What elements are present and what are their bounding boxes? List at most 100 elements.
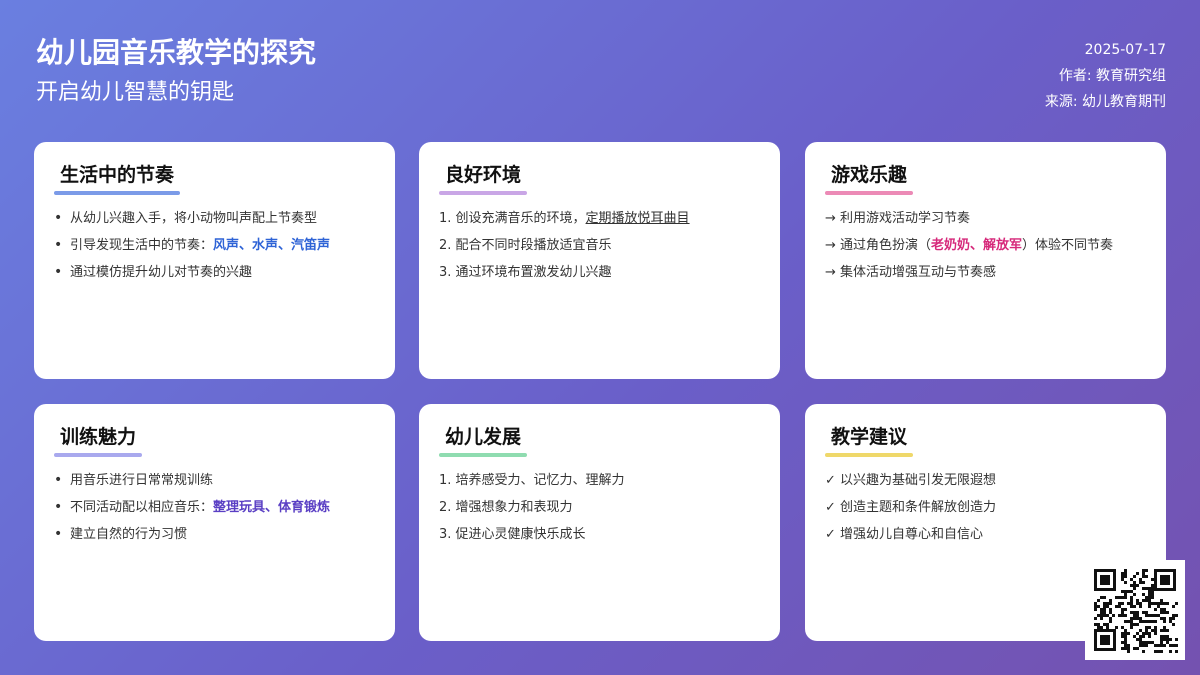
qr-module	[1145, 632, 1148, 635]
qr-module	[1154, 629, 1157, 632]
qr-module	[1169, 638, 1172, 641]
qr-module	[1142, 572, 1145, 575]
qr-module	[1121, 614, 1124, 617]
list-item: ✓ 以兴趣为基础引发无限遐想	[825, 473, 997, 488]
qr-module	[1106, 626, 1109, 629]
card-title: 幼儿发展	[439, 418, 528, 457]
qr-module	[1169, 620, 1172, 623]
qr-module	[1121, 635, 1124, 638]
qr-module	[1169, 644, 1172, 647]
qr-module	[1160, 608, 1163, 611]
qr-module	[1106, 605, 1109, 608]
qr-module	[1148, 599, 1151, 602]
qr-module	[1094, 617, 1097, 620]
card-good-environment: 良好环境 1. 创设充满音乐的环境，定期播放悦耳曲目 2. 配合不同时段播放适宜…	[419, 142, 780, 379]
list-item: 2. 增强想象力和表现力	[439, 500, 573, 515]
qr-module	[1130, 605, 1133, 608]
qr-module	[1154, 626, 1157, 629]
qr-module	[1109, 620, 1112, 623]
qr-module	[1169, 650, 1172, 653]
qr-module	[1172, 614, 1175, 617]
qr-module	[1175, 614, 1178, 617]
qr-module	[1121, 626, 1124, 629]
qr-module	[1130, 611, 1133, 614]
list-item: 用音乐进行日常常规训练	[54, 467, 375, 494]
qr-module	[1100, 617, 1103, 620]
qr-module	[1148, 602, 1151, 605]
qr-module	[1100, 614, 1103, 617]
qr-module	[1124, 575, 1127, 578]
qr-module	[1148, 626, 1151, 629]
qr-module	[1154, 602, 1157, 605]
qr-module	[1094, 623, 1097, 626]
qr-module	[1142, 641, 1145, 644]
qr-module	[1157, 650, 1160, 653]
qr-module	[1136, 623, 1139, 626]
qr-module	[1124, 647, 1127, 650]
qr-module	[1118, 596, 1121, 599]
qr-module	[1160, 641, 1163, 644]
qr-module	[1151, 587, 1154, 590]
qr-module	[1124, 614, 1127, 617]
qr-module	[1151, 629, 1154, 632]
qr-module	[1133, 581, 1136, 584]
qr-module	[1121, 611, 1124, 614]
list-item: 从幼儿兴趣入手，将小动物叫声配上节奏型	[54, 205, 375, 232]
qr-module	[1151, 641, 1154, 644]
qr-module	[1127, 647, 1130, 650]
qr-module	[1139, 578, 1142, 581]
qr-module	[1160, 599, 1163, 602]
qr-module	[1139, 617, 1142, 620]
qr-module	[1139, 581, 1142, 584]
card-list: → 利用游戏活动学习节奏 → 通过角色扮演（老奶奶、解放军）体验不同节奏 → 集…	[825, 205, 1146, 286]
qr-module	[1175, 650, 1178, 653]
card-list: ✓ 以兴趣为基础引发无限遐想 ✓ 创造主题和条件解放创造力 ✓ 增强幼儿自尊心和…	[825, 467, 1146, 548]
qr-module	[1130, 590, 1133, 593]
qr-module	[1151, 590, 1154, 593]
qr-module	[1142, 650, 1145, 653]
list-item: 2. 配合不同时段播放适宜音乐	[439, 238, 612, 253]
qr-module	[1097, 614, 1100, 617]
header: 幼儿园音乐教学的探究 开启幼儿智慧的钥匙	[36, 34, 316, 108]
card-title-text: 教学建议	[831, 426, 908, 448]
qr-module	[1139, 635, 1142, 638]
list-item: 通过模仿提升幼儿对节奏的兴趣	[54, 259, 375, 286]
qr-module	[1136, 647, 1139, 650]
qr-module	[1130, 623, 1133, 626]
qr-module	[1100, 608, 1103, 611]
qr-module	[1130, 596, 1133, 599]
qr-module	[1151, 614, 1154, 617]
qr-module	[1133, 593, 1136, 596]
qr-module	[1097, 626, 1100, 629]
qr-module	[1145, 614, 1148, 617]
qr-module	[1139, 641, 1142, 644]
qr-module	[1124, 593, 1127, 596]
qr-module	[1139, 605, 1142, 608]
qr-module	[1157, 602, 1160, 605]
source-text: 来源: 幼儿教育期刊	[1044, 94, 1166, 110]
list-item: ✓ 增强幼儿自尊心和自信心	[825, 527, 984, 542]
title-underline-bar	[439, 453, 528, 457]
qr-module	[1166, 602, 1169, 605]
qr-module	[1151, 578, 1154, 581]
qr-module	[1133, 587, 1136, 590]
highlight-text: 老奶奶、解放军	[931, 238, 1023, 253]
qr-module	[1145, 644, 1148, 647]
qr-module	[1130, 584, 1133, 587]
qr-module	[1136, 614, 1139, 617]
qr-module	[1124, 581, 1127, 584]
qr-module	[1121, 632, 1124, 635]
qr-module	[1106, 623, 1109, 626]
list-item: ✓ 创造主题和条件解放创造力	[825, 500, 997, 515]
qr-module	[1163, 626, 1166, 629]
qr-module	[1127, 590, 1130, 593]
qr-module	[1139, 602, 1142, 605]
qr-module	[1148, 587, 1151, 590]
qr-module	[1151, 584, 1154, 587]
qr-module	[1148, 641, 1151, 644]
page-title: 幼儿园音乐教学的探究	[36, 36, 317, 69]
qr-module	[1130, 602, 1133, 605]
qr-module	[1139, 620, 1142, 623]
list-item: 引导发现生活中的节奏：风声、水声、汽笛声	[54, 232, 375, 259]
qr-module	[1118, 602, 1121, 605]
